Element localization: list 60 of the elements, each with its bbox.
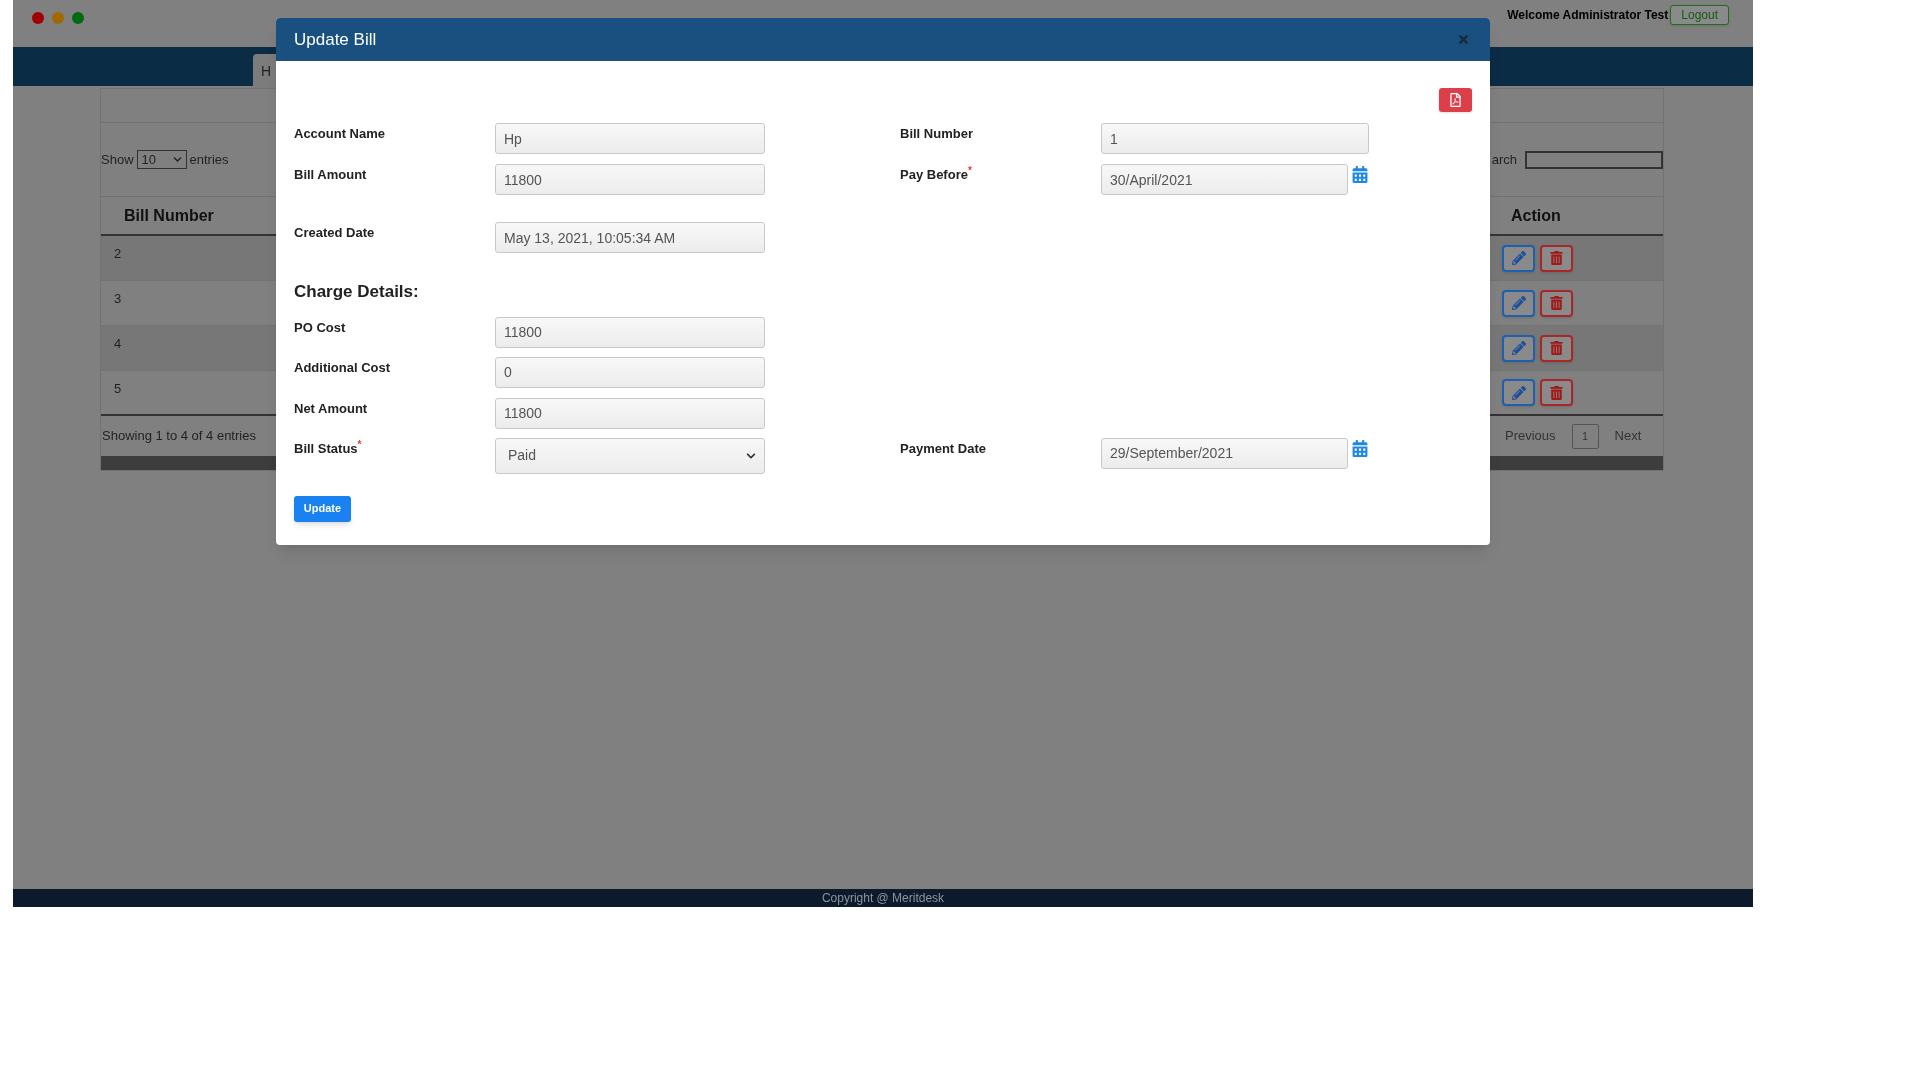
chevron-down-icon (746, 450, 756, 461)
field-label: Bill Status* (294, 438, 362, 458)
column-header: Bill Number (123, 205, 214, 226)
copyright-text: Copyright @ Meritdesk (821, 890, 945, 907)
search-field[interactable] (1525, 150, 1663, 169)
field-label: Payment Date (900, 439, 986, 458)
delete-button[interactable] (1540, 289, 1573, 317)
field-label: PO Cost (294, 318, 346, 337)
text-field[interactable]: 0 (495, 356, 765, 388)
edit-button[interactable] (1502, 334, 1535, 362)
field-label: Bill Number (900, 125, 973, 143)
trash-icon (1550, 341, 1563, 355)
pencil-icon (1511, 251, 1526, 265)
column-header: Action (1510, 205, 1562, 226)
welcome-text: Welcome Administrator Test (1507, 7, 1669, 24)
calendar-icon[interactable] (1352, 439, 1368, 457)
search-label: arch (1491, 150, 1517, 169)
trash-icon (1550, 251, 1563, 265)
table-cell-text: 3 (113, 290, 122, 308)
text-field[interactable]: 11800 (495, 316, 765, 348)
dialog-title: Update Bill (294, 28, 377, 51)
field-label: Additional Cost (294, 358, 391, 377)
field-label: Account Name (294, 125, 386, 143)
show-label: Show (101, 150, 134, 169)
edit-button[interactable] (1502, 289, 1535, 317)
pencil-icon (1511, 296, 1526, 310)
pencil-icon (1511, 341, 1526, 355)
text-field[interactable]: May 13, 2021, 10:05:34 AM (495, 222, 765, 253)
text-field[interactable]: 11800 (495, 397, 765, 429)
edit-button[interactable] (1502, 379, 1535, 406)
close-icon[interactable] (1457, 33, 1470, 46)
calendar-icon[interactable] (1352, 166, 1368, 183)
dropdown[interactable]: Paid (495, 437, 765, 474)
page-size-dropdown[interactable]: 10 (136, 150, 187, 169)
table-cell-text: 5 (113, 380, 122, 398)
table-cell-text: 4 (113, 335, 122, 353)
table-cell-text: 2 (113, 245, 122, 263)
entries-label: entries (189, 150, 229, 169)
field-label: Bill Amount (294, 166, 367, 184)
delete-button[interactable] (1540, 334, 1573, 362)
edit-button[interactable] (1502, 244, 1535, 272)
text-field[interactable]: 1 (1101, 123, 1369, 154)
pdf-button[interactable] (1439, 88, 1472, 112)
table-info: Showing 1 to 4 of 4 entries (101, 427, 256, 446)
text-field[interactable]: Hp (495, 123, 765, 154)
field-label: Pay Before* (900, 165, 972, 184)
trash-icon (1550, 296, 1563, 310)
pencil-icon (1511, 385, 1526, 400)
delete-button[interactable] (1540, 244, 1573, 272)
chevron-down-icon (172, 155, 182, 164)
text-field[interactable]: 11800 (495, 164, 765, 195)
date-field[interactable]: 29/September/2021 (1101, 437, 1348, 469)
field-label: Created Date (294, 224, 375, 242)
date-field[interactable]: 30/April/2021 (1101, 164, 1348, 195)
update-button[interactable]: Update (294, 495, 351, 522)
field-label: Net Amount (294, 399, 368, 418)
trash-icon (1550, 385, 1563, 400)
section-title: Charge Details: (294, 281, 420, 303)
delete-button[interactable] (1540, 379, 1573, 406)
pdf-icon (1449, 93, 1462, 107)
